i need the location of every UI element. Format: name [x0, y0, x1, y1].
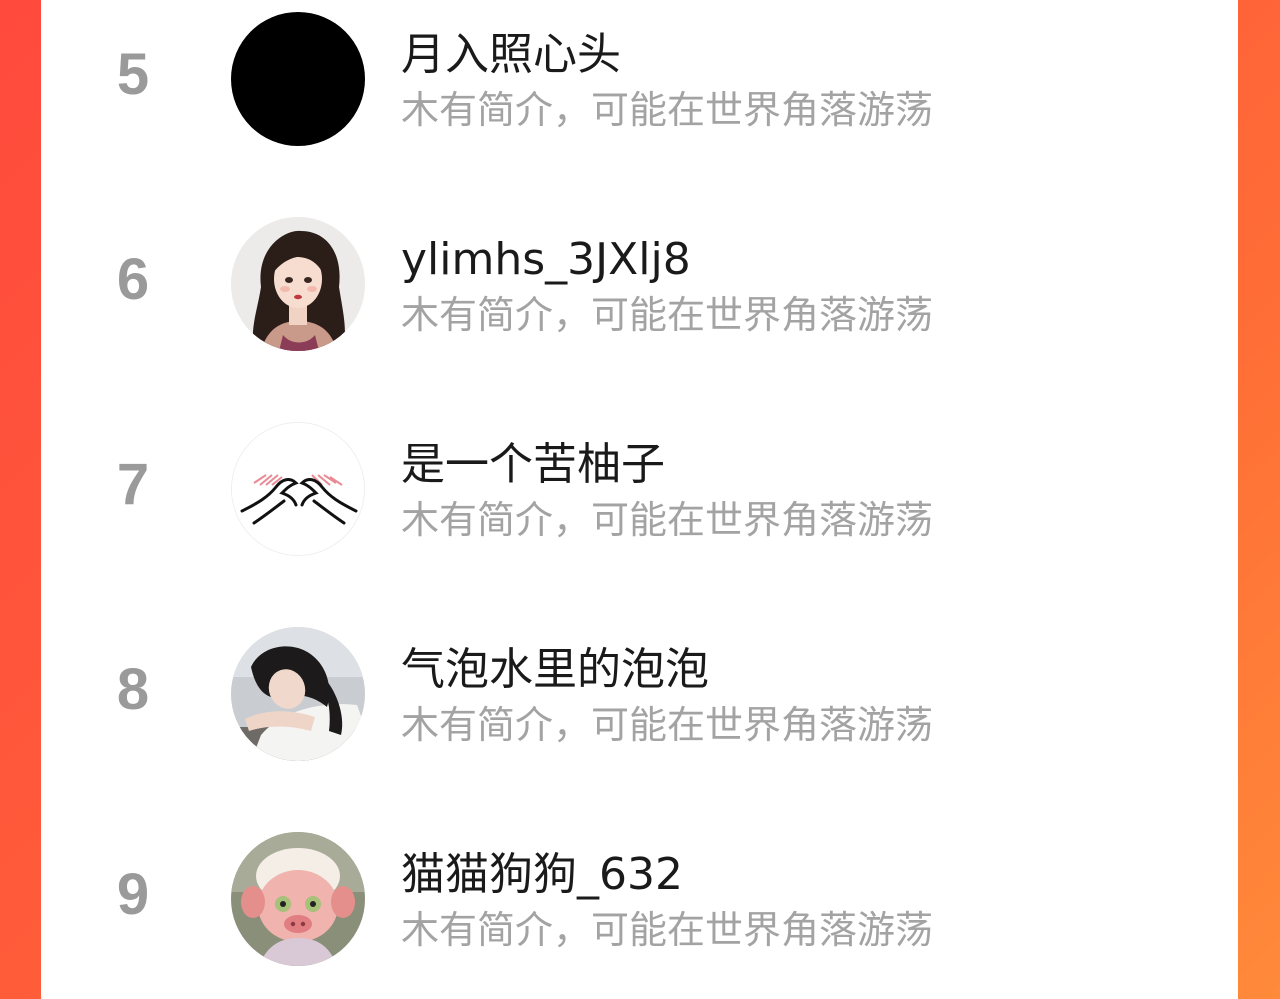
user-name[interactable]: 猫猫狗狗_632 — [401, 848, 683, 902]
ranking-card: 5 月入照心头 木有简介，可能在世界角落游荡 6 ylimhs_3JXlj8 木… — [41, 0, 1238, 999]
pig-doll-photo-avatar-icon — [231, 832, 365, 966]
rank-number: 5 — [116, 42, 150, 107]
user-bio: 木有简介，可能在世界角落游荡 — [401, 88, 934, 132]
user-name[interactable]: ylimhs_3JXlj8 — [401, 233, 691, 287]
illustrated-girl-avatar-icon — [231, 217, 365, 351]
rank-number: 9 — [116, 862, 150, 927]
user-avatar[interactable] — [231, 627, 365, 761]
heart-hands-sketch-avatar-icon — [232, 423, 364, 555]
user-avatar[interactable] — [231, 12, 365, 146]
black-circle-avatar-icon — [231, 12, 365, 146]
user-avatar[interactable] — [231, 217, 365, 351]
user-bio: 木有简介，可能在世界角落游荡 — [401, 498, 934, 542]
ranking-row[interactable]: 9 猫猫狗狗_632 木有简介，可能在世界角落游荡 — [41, 820, 1238, 970]
ranking-row[interactable]: 7 是一个苦柚子 木有简介，可能在世界角落游荡 — [41, 410, 1238, 560]
user-name[interactable]: 是一个苦柚子 — [401, 438, 665, 492]
user-avatar[interactable] — [231, 832, 365, 966]
user-name[interactable]: 月入照心头 — [401, 28, 621, 82]
ranking-row[interactable]: 8 气泡水里的泡泡 木有简介，可能在世界角落游荡 — [41, 615, 1238, 765]
user-name[interactable]: 气泡水里的泡泡 — [401, 643, 709, 697]
rank-number: 7 — [116, 452, 150, 517]
rank-number: 6 — [116, 247, 150, 312]
girl-leaning-photo-avatar-icon — [231, 627, 365, 761]
user-avatar[interactable] — [231, 422, 365, 556]
user-bio: 木有简介，可能在世界角落游荡 — [401, 293, 934, 337]
ranking-row[interactable]: 5 月入照心头 木有简介，可能在世界角落游荡 — [41, 0, 1238, 150]
ranking-row[interactable]: 6 ylimhs_3JXlj8 木有简介，可能在世界角落游荡 — [41, 205, 1238, 355]
rank-number: 8 — [116, 657, 150, 722]
user-bio: 木有简介，可能在世界角落游荡 — [401, 908, 934, 952]
user-bio: 木有简介，可能在世界角落游荡 — [401, 703, 934, 747]
